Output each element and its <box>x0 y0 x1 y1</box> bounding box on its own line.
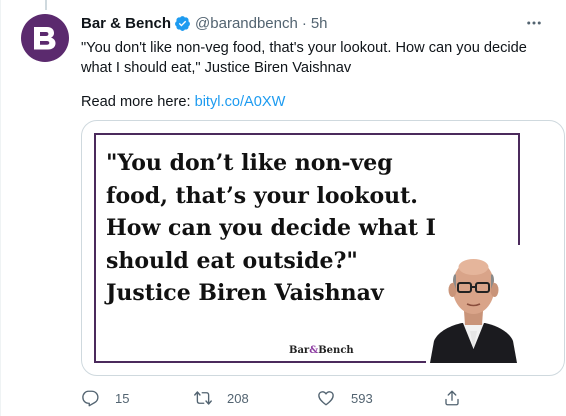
like-button[interactable]: 593 <box>317 382 373 414</box>
quote-line: How can you decide what I <box>106 215 436 241</box>
handle[interactable]: @barandbench <box>195 15 298 32</box>
avatar[interactable] <box>21 14 69 62</box>
quote-line: food, that’s your lookout. <box>106 182 418 209</box>
tweet-media-image[interactable]: "You don’t like non-veg food, that’s you… <box>81 120 565 376</box>
heart-icon <box>317 382 351 414</box>
verified-badge-icon <box>174 15 191 32</box>
more-horizontal-icon[interactable] <box>522 11 546 35</box>
read-more-label: Read more here: <box>81 94 195 110</box>
display-name[interactable]: Bar & Bench <box>81 15 171 32</box>
read-more-line: Read more here: bityl.co/A0XW <box>81 92 285 112</box>
bar-and-bench-watermark: Bar&Bench <box>289 345 354 356</box>
judge-portrait <box>426 245 521 363</box>
retweet-count: 208 <box>227 390 249 406</box>
retweet-button[interactable]: 208 <box>193 382 249 414</box>
tweet-header: Bar & Bench @barandbench · 5h <box>81 13 546 33</box>
share-icon <box>443 382 477 414</box>
bar-and-bench-logo-icon <box>34 27 56 50</box>
brand-separator: & <box>309 345 319 356</box>
article-link[interactable]: bityl.co/A0XW <box>195 94 286 110</box>
quote-line: "You don’t like non-veg <box>106 150 393 176</box>
like-count: 593 <box>351 390 373 406</box>
thread-connector <box>45 0 47 10</box>
retweet-icon <box>193 382 227 414</box>
reply-icon <box>81 382 115 414</box>
timeline-border <box>0 0 1 416</box>
timestamp[interactable]: 5h <box>311 15 328 32</box>
tweet-text: "You don't like non-veg food, that's you… <box>81 40 527 76</box>
tweet-actions: 15 208 593 <box>81 382 481 414</box>
reply-button[interactable]: 15 <box>81 382 129 414</box>
brand-left: Bar <box>289 345 310 356</box>
brand-right: Bench <box>318 345 354 356</box>
reply-count: 15 <box>115 390 130 406</box>
separator: · <box>301 14 307 32</box>
share-button[interactable] <box>443 382 477 414</box>
quote-card: "You don’t like non-veg food, that’s you… <box>94 133 521 363</box>
